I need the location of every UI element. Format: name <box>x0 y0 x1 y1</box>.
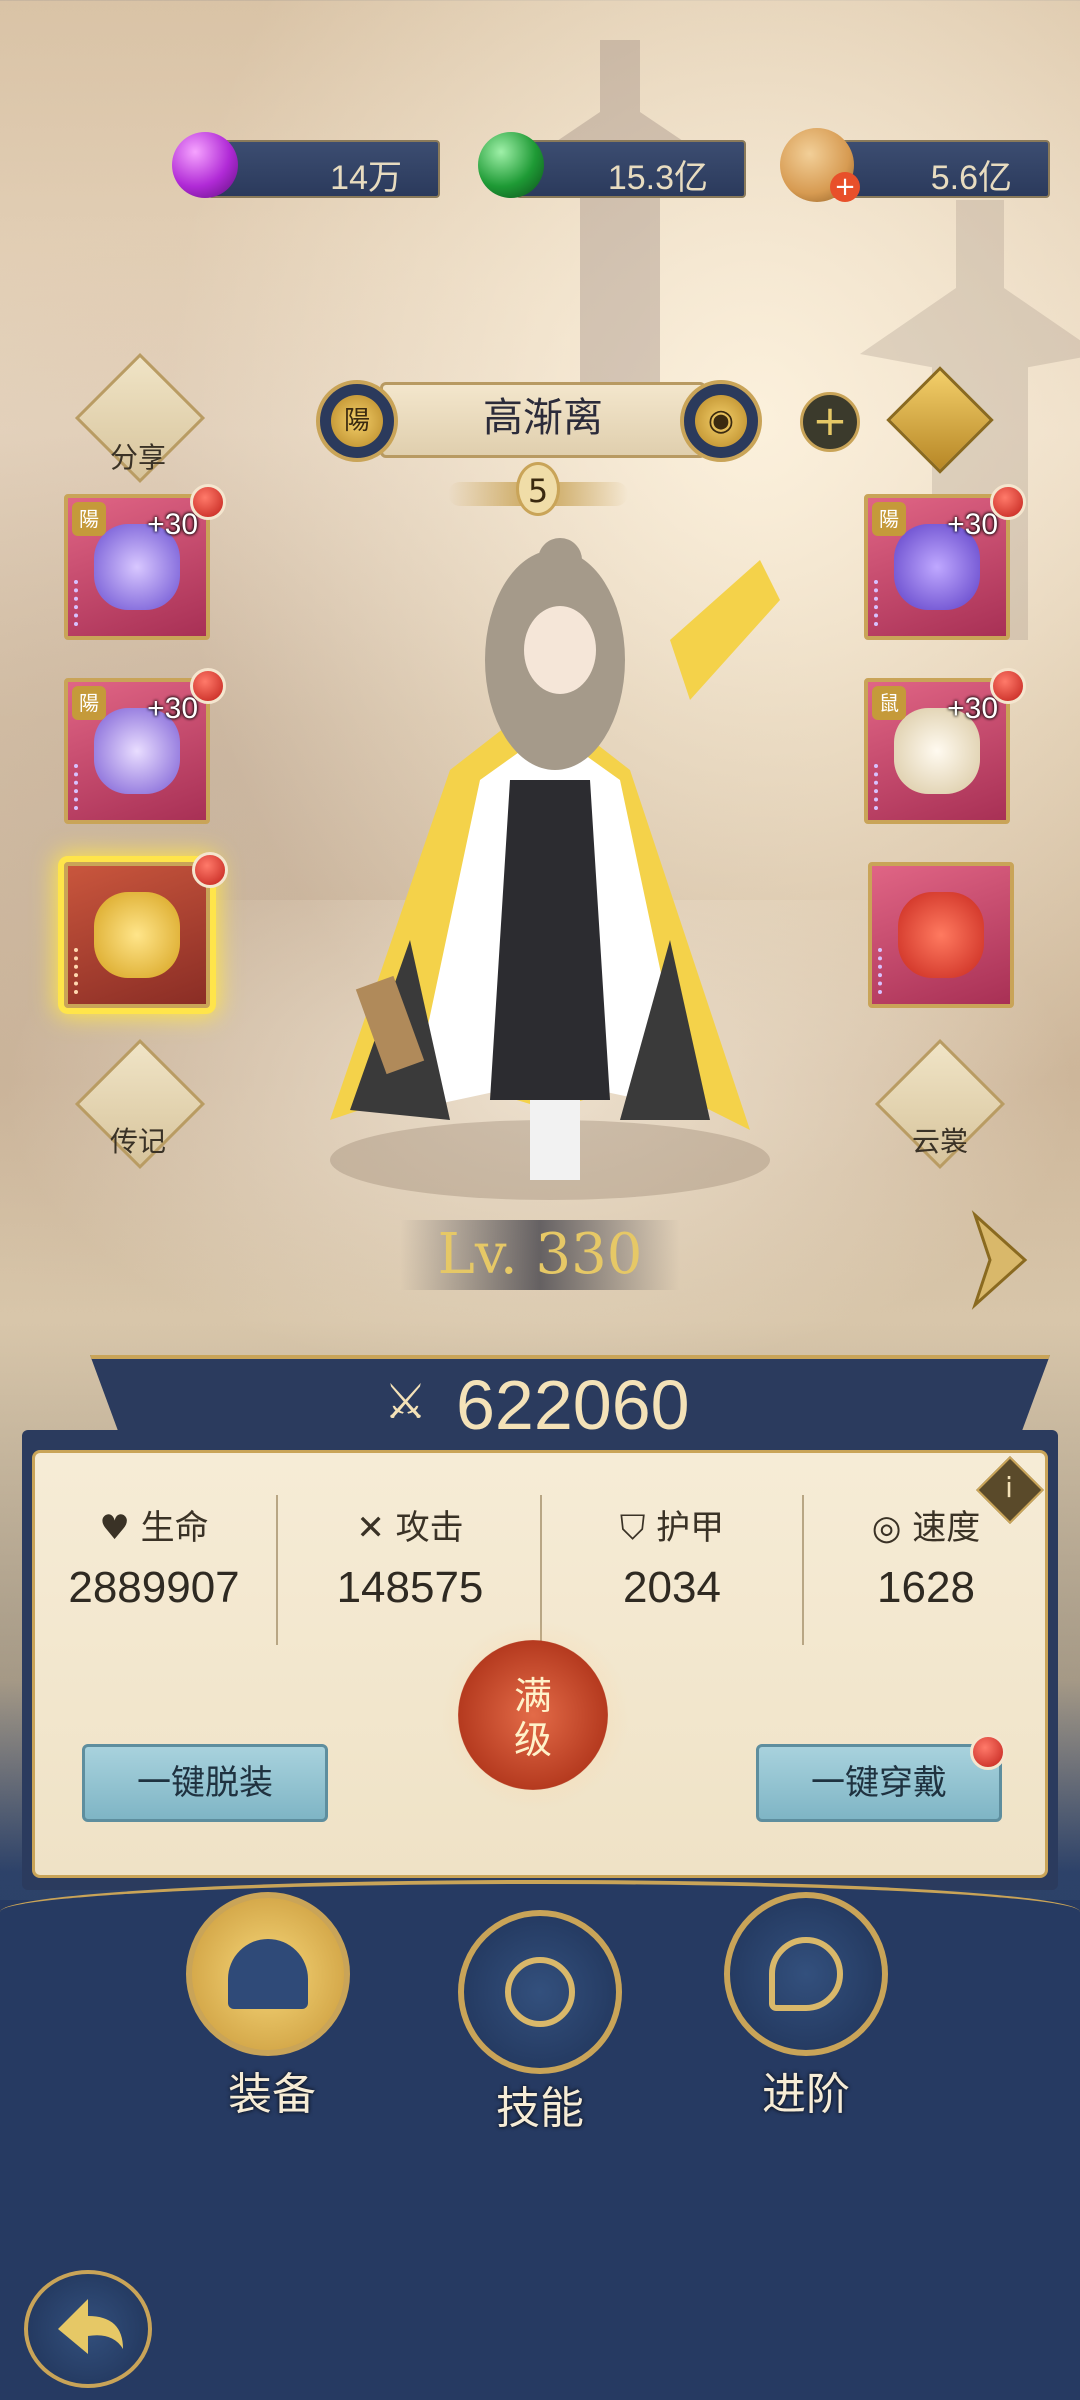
helmet-icon <box>228 1939 308 2009</box>
add-button[interactable]: + <box>800 392 860 452</box>
tab-advance-label: 进阶 <box>762 2069 850 2120</box>
chain-icon <box>878 948 900 994</box>
add-coin-icon[interactable]: + <box>830 172 860 202</box>
enhance-level: +30 <box>147 692 198 725</box>
stat-attack: ✕ 攻击 148575 <box>290 1500 530 1640</box>
hero-character[interactable] <box>290 520 830 1200</box>
hero-level: Lv. 330 <box>437 1222 643 1287</box>
heart-icon: ♥ <box>99 1508 141 1548</box>
back-arrow-icon <box>58 2299 123 2354</box>
back-button[interactable] <box>24 2270 152 2388</box>
chain-icon <box>74 764 96 810</box>
enhance-level: +30 <box>947 692 998 725</box>
stat-hp-label: 生命 <box>140 1508 209 1548</box>
golden-beast-icon <box>94 892 180 978</box>
stat-speed: ◎ 速度 1628 <box>806 1500 1046 1640</box>
notification-dot <box>970 1734 1006 1770</box>
phoenix-head-icon <box>769 1937 843 2011</box>
currency-jade-value: 15.3亿 <box>607 159 708 197</box>
unequip-all-button[interactable]: 一键脱装 <box>82 1744 328 1822</box>
crossed-swords-icon: ✕ <box>356 1508 396 1548</box>
prev-hero-button[interactable]: 陽 <box>316 380 398 462</box>
notification-dot <box>990 484 1026 520</box>
purple-gem-icon[interactable] <box>172 132 238 198</box>
skill-spiral-icon <box>505 1957 575 2027</box>
star-rank: 5 <box>448 462 628 518</box>
yang-tag: 陽 <box>872 502 906 536</box>
chain-icon <box>874 764 896 810</box>
green-jade-icon[interactable] <box>478 132 544 198</box>
stat-divider <box>276 1495 278 1645</box>
equipment-slot-accessory[interactable] <box>64 862 210 1008</box>
stat-divider <box>802 1495 804 1645</box>
stat-hp: ♥ 生命 2889907 <box>34 1500 274 1640</box>
chain-icon <box>74 580 96 626</box>
stat-attack-label: 攻击 <box>395 1508 464 1548</box>
max-level-badge: 满级 <box>458 1640 608 1790</box>
currency-bar-jade: 15.3亿 <box>516 140 746 198</box>
equipment-slot-armor[interactable]: 陽 +30 <box>64 678 210 824</box>
chain-icon <box>874 580 896 626</box>
equip-all-button[interactable]: 一键穿戴 <box>756 1744 1002 1822</box>
power-icon: ⚔ <box>384 1374 428 1430</box>
currency-gem-value: 14万 <box>330 159 402 197</box>
stat-armor: ⛉ 护甲 2034 <box>552 1500 792 1640</box>
stat-armor-label: 护甲 <box>656 1508 725 1548</box>
equipment-slot-ornament[interactable]: 鼠 +30 <box>864 678 1010 824</box>
biography-label: 传记 <box>109 1125 166 1158</box>
red-seal-icon <box>898 892 984 978</box>
stat-hp-value: 2889907 <box>68 1563 240 1612</box>
max-level-text: 满级 <box>513 1674 552 1762</box>
enhance-level: +30 <box>947 508 998 541</box>
chain-icon <box>74 948 96 994</box>
yang-tag: 陽 <box>72 686 106 720</box>
hero-level-plate: Lv. 330 <box>400 1220 680 1290</box>
next-hero-button[interactable]: ◉ <box>680 380 762 462</box>
stat-attack-value: 148575 <box>336 1563 484 1612</box>
yang-badge-icon: 陽 <box>331 395 383 447</box>
notification-dot <box>190 484 226 520</box>
rat-tag: 鼠 <box>872 686 906 720</box>
hero-name-plate: 高渐离 <box>380 382 706 458</box>
hero-name: 高渐离 <box>483 395 603 441</box>
skins-label: 云裳 <box>911 1125 968 1158</box>
share-label: 分享 <box>109 441 166 474</box>
stat-speed-value: 1628 <box>877 1563 975 1612</box>
enhance-level: +30 <box>147 508 198 541</box>
tab-advance[interactable] <box>724 1892 888 2056</box>
next-arrow-icon[interactable] <box>970 1210 1030 1310</box>
equipment-slot-boots[interactable]: 陽 +30 <box>864 494 1010 640</box>
tab-equipment[interactable] <box>186 1892 350 2056</box>
stat-armor-value: 2034 <box>623 1563 721 1612</box>
tab-skills-label: 技能 <box>496 2083 584 2134</box>
notification-dot <box>190 668 226 704</box>
notification-dot <box>192 852 228 888</box>
currency-bar-gem: 14万 <box>208 140 440 198</box>
yang-tag: 陽 <box>72 502 106 536</box>
tab-equipment-label: 装备 <box>228 2069 316 2120</box>
shield-icon: ⛉ <box>619 1508 657 1548</box>
equipment-slot-weapon[interactable]: 陽 +30 <box>64 494 210 640</box>
swirl-icon: ◎ <box>871 1508 913 1548</box>
rank-number: 5 <box>516 462 560 516</box>
equipment-slot-seal[interactable] <box>868 862 1014 1008</box>
stat-speed-label: 速度 <box>912 1508 981 1548</box>
currency-coin-value: 5.6亿 <box>930 159 1012 197</box>
tab-skills[interactable] <box>458 1910 622 2074</box>
notification-dot <box>990 668 1026 704</box>
tomoe-icon: ◉ <box>695 395 747 447</box>
